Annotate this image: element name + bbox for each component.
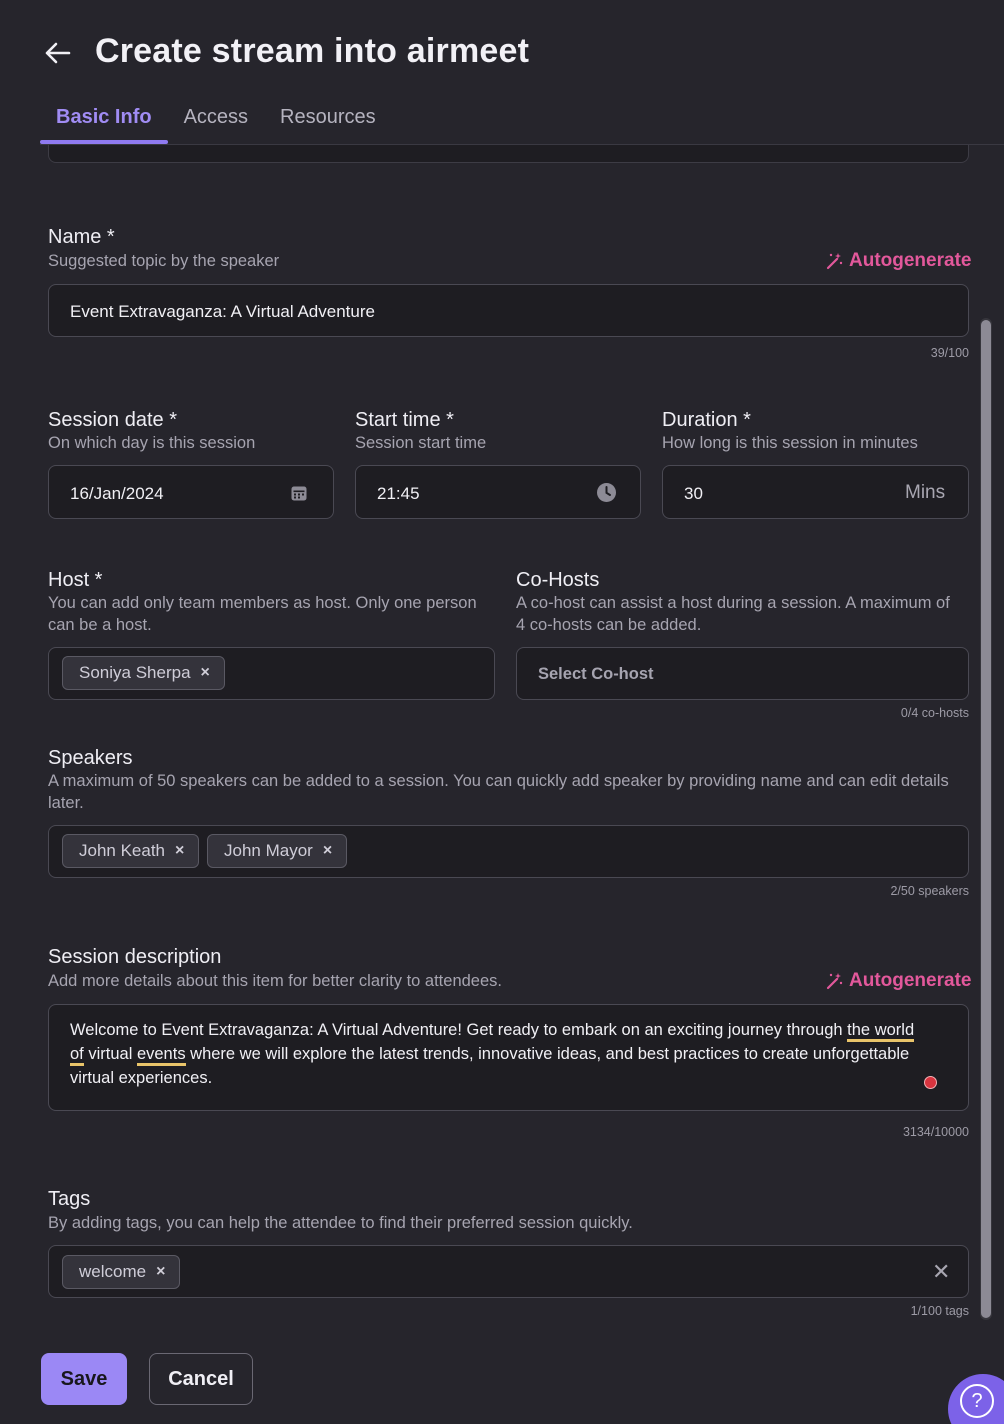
grammar-check-indicator[interactable] xyxy=(924,1076,937,1089)
start-time-value: 21:45 xyxy=(377,484,420,503)
page-header: Create stream into airmeet Basic Info Ac… xyxy=(0,0,1004,145)
chip-label: John Keath xyxy=(79,841,166,860)
description-segment: Welcome to Event Extravaganza: A Virtual… xyxy=(70,1021,848,1039)
name-hint: Suggested topic by the speaker xyxy=(48,252,280,270)
remove-icon[interactable]: × xyxy=(175,842,184,860)
remove-icon[interactable]: × xyxy=(323,842,332,860)
host-hint-line1: You can add only team members as host. O… xyxy=(48,594,477,612)
tags-label: Tags xyxy=(48,1188,91,1210)
session-date-label: Session date * xyxy=(48,409,177,431)
session-date-input[interactable]: 16/Jan/2024 xyxy=(48,465,334,519)
host-hint-line2: can be a host. xyxy=(48,616,152,634)
duration-input[interactable]: 30 Mins xyxy=(662,465,969,519)
magic-wand-icon xyxy=(826,253,843,270)
host-chip: Soniya Sherpa × xyxy=(62,656,225,690)
name-label: Name * xyxy=(48,226,115,248)
speaker-chip: John Keath × xyxy=(62,834,200,868)
cohosts-hint-line1: A co-host can assist a host during a ses… xyxy=(516,594,950,612)
cohost-select[interactable]: Select Co-host xyxy=(516,647,969,700)
tag-chip: welcome × xyxy=(62,1255,181,1289)
description-autogenerate-button[interactable]: Autogenerate xyxy=(825,970,971,992)
tab-access[interactable]: Access xyxy=(168,96,264,145)
duration-value: 30 xyxy=(684,484,703,503)
description-segment: where we will explore the latest trends,… xyxy=(185,1045,910,1063)
tab-resources[interactable]: Resources xyxy=(264,96,392,145)
calendar-icon[interactable] xyxy=(290,484,308,502)
spellcheck-underline: the world xyxy=(847,1021,915,1042)
description-segment: virtual xyxy=(83,1045,137,1063)
chip-label: Soniya Sherpa xyxy=(79,663,191,682)
speakers-label: Speakers xyxy=(48,747,133,769)
tags-counter: 1/100 tags xyxy=(910,1304,969,1318)
cohosts-hint-line2: 4 co-hosts can be added. xyxy=(516,616,702,634)
description-label: Session description xyxy=(48,946,222,968)
cohosts-label: Co-Hosts xyxy=(516,569,600,591)
session-date-hint: On which day is this session xyxy=(48,434,256,452)
previous-field-edge xyxy=(48,145,969,163)
start-time-input[interactable]: 21:45 xyxy=(355,465,641,519)
help-button[interactable]: ? xyxy=(948,1374,1004,1424)
description-hint: Add more details about this item for bet… xyxy=(48,972,502,990)
speakers-hint-line1: A maximum of 50 speakers can be added to… xyxy=(48,772,949,790)
description-textarea[interactable]: Welcome to Event Extravaganza: A Virtual… xyxy=(48,1004,969,1111)
back-button[interactable] xyxy=(40,36,74,70)
name-value: Event Extravaganza: A Virtual Adventure xyxy=(70,302,375,321)
description-counter: 3134/10000 xyxy=(902,1125,969,1139)
chip-label: John Mayor xyxy=(224,841,313,860)
tab-basic-info[interactable]: Basic Info xyxy=(40,96,168,145)
cohosts-counter: 0/4 co-hosts xyxy=(900,706,969,720)
spellcheck-underline: events xyxy=(136,1045,186,1066)
autogenerate-label: Autogenerate xyxy=(849,970,972,991)
host-label: Host * xyxy=(48,569,103,591)
scrollbar-thumb[interactable] xyxy=(981,320,991,1318)
name-autogenerate-button[interactable]: Autogenerate xyxy=(825,250,971,272)
name-counter: 39/100 xyxy=(930,346,969,360)
description-segment: virtual experiences. xyxy=(70,1069,213,1087)
speakers-hint-line2: later. xyxy=(48,794,84,812)
magic-wand-icon xyxy=(826,973,843,990)
start-time-label: Start time * xyxy=(355,409,454,431)
cancel-button[interactable]: Cancel xyxy=(149,1353,253,1405)
cohost-placeholder: Select Co-host xyxy=(538,665,654,683)
spellcheck-underline: of xyxy=(70,1045,84,1066)
duration-label: Duration * xyxy=(662,409,751,431)
start-time-hint: Session start time xyxy=(355,434,487,452)
arrow-left-icon xyxy=(45,42,71,64)
question-icon: ? xyxy=(960,1384,994,1418)
name-input[interactable]: Event Extravaganza: A Virtual Adventure xyxy=(48,284,969,337)
remove-icon[interactable]: × xyxy=(156,1263,165,1281)
description-text: Welcome to Event Extravaganza: A Virtual… xyxy=(70,1018,960,1090)
tags-hint: By adding tags, you can help the attende… xyxy=(48,1214,633,1232)
save-button[interactable]: Save xyxy=(41,1353,127,1405)
tags-input[interactable]: ✕ xyxy=(48,1245,969,1298)
remove-icon[interactable]: × xyxy=(201,664,210,682)
speaker-chip: John Mayor × xyxy=(207,834,348,868)
duration-unit: Mins xyxy=(905,482,946,503)
clock-icon[interactable] xyxy=(596,482,617,503)
autogenerate-label: Autogenerate xyxy=(849,250,972,271)
speakers-counter: 2/50 speakers xyxy=(890,884,969,898)
clear-icon[interactable]: ✕ xyxy=(932,1259,950,1285)
chip-label: welcome xyxy=(79,1262,147,1281)
duration-hint: How long is this session in minutes xyxy=(662,434,918,452)
session-date-value: 16/Jan/2024 xyxy=(70,484,164,503)
page-title: Create stream into airmeet xyxy=(95,32,530,70)
tab-bar: Basic Info Access Resources xyxy=(40,96,392,145)
